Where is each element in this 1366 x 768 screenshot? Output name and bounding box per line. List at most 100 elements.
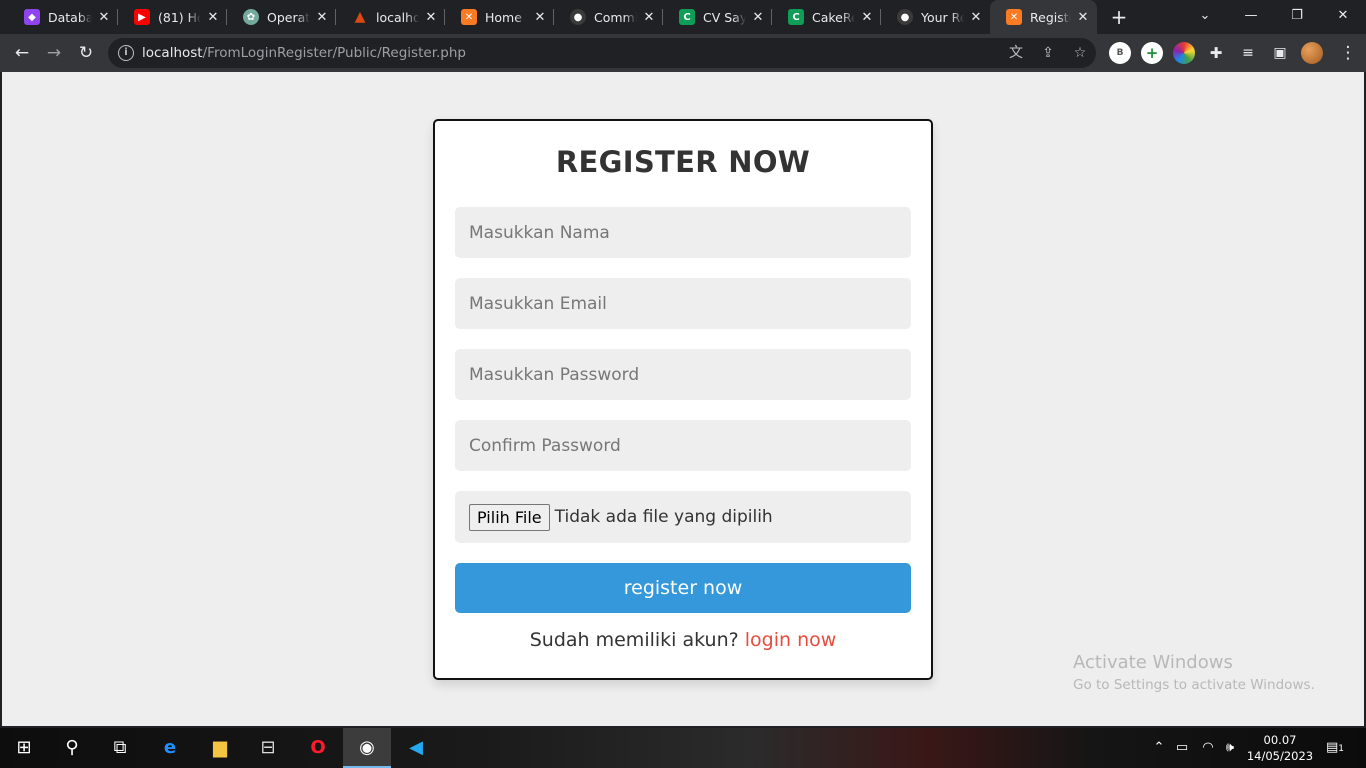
watermark-title: Activate Windows — [1073, 652, 1233, 673]
codeigniter-icon: ▲ — [354, 9, 366, 25]
shield-icon: ◆ — [24, 9, 40, 25]
tray-expand-icon[interactable]: ⌃ — [1150, 728, 1168, 768]
tab-commits[interactable]: ● Commits ✕ — [554, 0, 663, 34]
form-title: REGISTER NOW — [555, 145, 811, 179]
email-input[interactable] — [455, 278, 911, 329]
name-input[interactable] — [455, 207, 911, 258]
tab-title: CV Saya — [703, 9, 746, 25]
translate-icon[interactable]: 文 — [1006, 43, 1026, 63]
github-icon: ● — [897, 9, 913, 25]
tab-cakeres[interactable]: C CakeRes ✕ — [772, 0, 881, 34]
new-tab-button[interactable]: + — [1108, 6, 1130, 28]
battery-icon[interactable]: ▭ — [1172, 728, 1192, 768]
share-icon[interactable]: ⇪ — [1038, 43, 1058, 63]
tab-search-icon[interactable]: ⌄ — [1182, 0, 1228, 34]
file-upload-field: Pilih File Tidak ada file yang dipilih — [455, 491, 911, 543]
store-icon[interactable]: ⊟ — [244, 728, 292, 768]
xampp-icon: ✕ — [461, 9, 477, 25]
password-input[interactable] — [455, 349, 911, 400]
close-icon[interactable]: ✕ — [423, 10, 439, 25]
tab-operator[interactable]: ✿ Operator ✕ — [227, 0, 336, 34]
color-picker-icon[interactable] — [1173, 42, 1195, 64]
tab-strip: ◆ Database ✕ ▶ (81) How ✕ ✿ Operator ✕ ▲… — [0, 0, 1366, 34]
info-icon[interactable]: i — [118, 45, 134, 61]
url-text[interactable]: localhost/FromLoginRegister/Public/Regis… — [142, 45, 466, 61]
profile-avatar[interactable]: B — [1109, 42, 1131, 64]
tab-title: Database — [48, 9, 92, 25]
tab-localhost[interactable]: ▲ localhost ✕ — [336, 0, 445, 34]
side-panel-icon[interactable]: ▣ — [1269, 42, 1291, 64]
vscode-icon[interactable]: ◀ — [392, 728, 440, 768]
github-icon: ● — [570, 9, 586, 25]
tab-title: (81) How — [158, 9, 201, 25]
tab-database[interactable]: ◆ Database ✕ — [8, 0, 118, 34]
tab-title: Home — [485, 9, 522, 25]
tab-title: CakeRes — [812, 9, 855, 25]
media-queue-icon[interactable]: ≡ — [1237, 42, 1259, 64]
close-icon[interactable]: ✕ — [1075, 10, 1091, 25]
tab-title: Your Rep — [921, 9, 964, 25]
forward-button[interactable]: → — [42, 41, 66, 65]
youtube-icon: ▶ — [134, 9, 150, 25]
choose-file-button[interactable]: Pilih File — [469, 503, 550, 531]
chrome-icon[interactable]: ◉ — [343, 728, 391, 768]
tab-register[interactable]: ✕ Register ✕ — [990, 0, 1097, 34]
tab-title: Operator — [267, 9, 310, 25]
close-icon[interactable]: ✕ — [750, 10, 766, 25]
menu-icon[interactable]: ⋮ — [1336, 41, 1360, 65]
canva-icon: C — [679, 9, 695, 25]
start-windows-icon[interactable]: ⊞ — [0, 728, 48, 768]
windows-taskbar: ⊞ ⚲ ⧉ e ▆ ⊟ O ◉ ◀ ⌃ ▭ ◠ 🕪 00.07 14/05/20… — [0, 728, 1366, 768]
clock-time: 00.07 — [1263, 733, 1297, 747]
notification-icon[interactable]: ▤1 — [1322, 728, 1348, 768]
close-icon[interactable]: ✕ — [641, 10, 657, 25]
close-icon[interactable]: ✕ — [205, 10, 221, 25]
close-icon[interactable]: ✕ — [96, 10, 112, 25]
login-link[interactable]: login now — [745, 629, 837, 651]
watermark-subtitle: Go to Settings to activate Windows. — [1073, 677, 1315, 693]
back-button[interactable]: ← — [10, 41, 34, 65]
login-prompt: Sudah memiliki akun? login now — [435, 629, 931, 651]
login-prompt-text: Sudah memiliki akun? — [529, 629, 739, 651]
opera-icon[interactable]: O — [294, 728, 342, 768]
tab-title: Commits — [594, 9, 637, 25]
notification-count: 1 — [1338, 744, 1345, 754]
star-icon[interactable]: ☆ — [1070, 43, 1090, 63]
tab-cv-saya[interactable]: C CV Saya ✕ — [663, 0, 772, 34]
file-status-text: Tidak ada file yang dipilih — [554, 507, 773, 527]
activate-windows-watermark: Activate Windows Go to Settings to activ… — [1073, 652, 1315, 693]
tab-title: Register — [1030, 9, 1071, 25]
xampp-icon: ✕ — [1006, 9, 1022, 25]
edge-icon[interactable]: e — [146, 728, 194, 768]
clock[interactable]: 00.07 14/05/2023 — [1246, 732, 1314, 764]
reload-button[interactable]: ↻ — [74, 41, 98, 65]
restore-button[interactable]: ❐ — [1274, 0, 1320, 34]
confirm-password-input[interactable] — [455, 420, 911, 471]
clock-date: 14/05/2023 — [1246, 749, 1314, 763]
browser-toolbar: ← → ↻ i localhost/FromLoginRegister/Publ… — [0, 34, 1366, 72]
wifi-icon[interactable]: ◠ — [1198, 728, 1218, 768]
tab-your-rep[interactable]: ● Your Rep ✕ — [881, 0, 990, 34]
page-viewport: REGISTER NOW Pilih File Tidak ada file y… — [2, 72, 1364, 726]
volume-icon[interactable]: 🕪 — [1220, 728, 1240, 768]
chatgpt-icon: ✿ — [243, 9, 259, 25]
tab-home[interactable]: ✕ Home ✕ — [445, 0, 554, 34]
close-icon[interactable]: ✕ — [532, 10, 548, 25]
tab-youtube[interactable]: ▶ (81) How ✕ — [118, 0, 227, 34]
extensions-puzzle-icon[interactable]: ✚ — [1205, 42, 1227, 64]
close-icon[interactable]: ✕ — [859, 10, 875, 25]
register-button[interactable]: register now — [455, 563, 911, 613]
file-explorer-icon[interactable]: ▆ — [196, 728, 244, 768]
search-icon[interactable]: ⚲ — [48, 728, 96, 768]
close-window-button[interactable]: ✕ — [1320, 0, 1366, 34]
user-avatar[interactable] — [1301, 42, 1323, 64]
extension-plus-icon[interactable]: + — [1141, 42, 1163, 64]
canva-icon: C — [788, 9, 804, 25]
close-icon[interactable]: ✕ — [968, 10, 984, 25]
register-form: REGISTER NOW Pilih File Tidak ada file y… — [433, 119, 933, 680]
close-icon[interactable]: ✕ — [314, 10, 330, 25]
task-view-icon[interactable]: ⧉ — [96, 728, 144, 768]
address-bar[interactable]: i localhost/FromLoginRegister/Public/Reg… — [108, 38, 1096, 68]
minimize-button[interactable]: — — [1228, 0, 1274, 34]
tab-title: localhost — [376, 9, 419, 25]
